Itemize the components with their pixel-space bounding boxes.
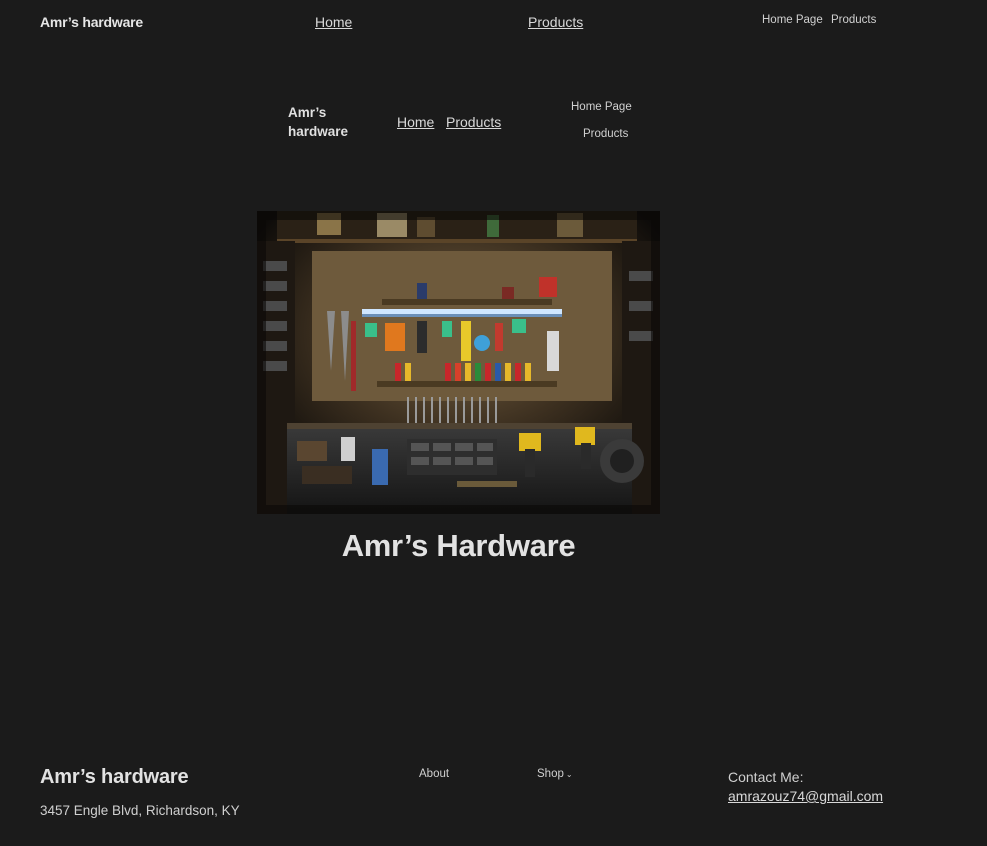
inner-nav-link-home[interactable]: Home xyxy=(397,114,434,130)
nav-link-products-secondary[interactable]: Products xyxy=(831,14,876,26)
nav-link-home-page[interactable]: Home Page xyxy=(762,14,823,26)
footer-link-about[interactable]: About xyxy=(419,768,449,780)
footer-link-shop[interactable]: Shop ⌄ xyxy=(537,768,573,780)
inner-nav-link-products-secondary[interactable]: Products xyxy=(583,128,628,140)
nav-link-home[interactable]: Home xyxy=(315,14,352,30)
contact-email-link[interactable]: amrazouz74@gmail.com xyxy=(728,788,883,804)
workshop-tools-icon xyxy=(257,211,660,514)
inner-nav-link-home-page[interactable]: Home Page xyxy=(571,101,632,113)
inner-site-title[interactable]: Amr’s hardware xyxy=(288,103,368,141)
footer-shop-label: Shop xyxy=(537,768,564,780)
chevron-down-icon: ⌄ xyxy=(565,770,573,779)
hero-title: Amr’s Hardware xyxy=(341,528,576,563)
footer-address: 3457 Engle Blvd, Richardson, KY xyxy=(40,803,240,818)
nav-link-products[interactable]: Products xyxy=(528,14,583,30)
contact-label: Contact Me: xyxy=(728,769,804,785)
inner-nav-link-products[interactable]: Products xyxy=(446,114,501,130)
footer-site-title[interactable]: Amr’s hardware xyxy=(40,766,189,789)
site-title[interactable]: Amr’s hardware xyxy=(40,14,143,30)
hero-image xyxy=(257,211,660,514)
